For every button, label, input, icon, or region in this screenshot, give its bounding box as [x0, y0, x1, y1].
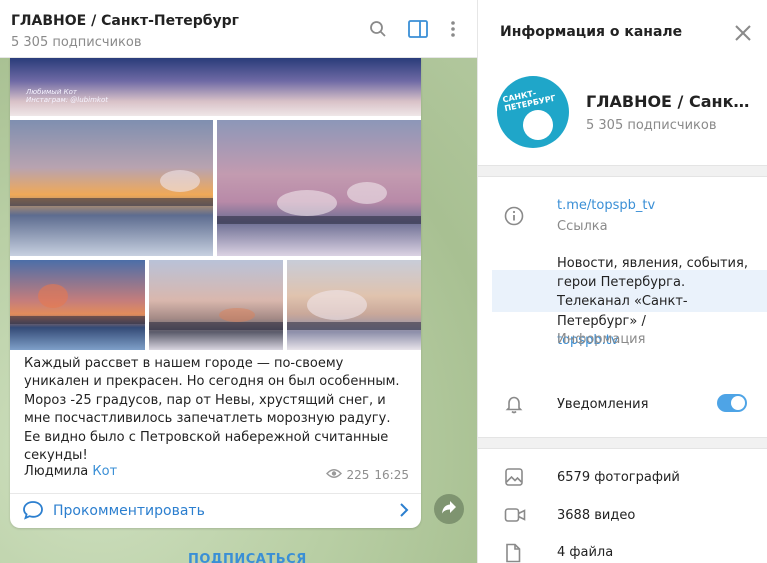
video-icon: [504, 506, 526, 528]
views-count: 225: [346, 468, 370, 482]
chat-title[interactable]: ГЛАВНОЕ / Санкт-Петербург: [11, 13, 239, 29]
description-label: Информация: [557, 332, 646, 347]
panel-title: Информация о канале: [500, 24, 683, 40]
channel-info-panel: Информация о канале САНКТ-ПЕТЕРБУРГ ГЛАВ…: [477, 0, 767, 563]
panel-header: Информация о канале: [478, 0, 767, 64]
chat-header[interactable]: ГЛАВНОЕ / Санкт-Петербург 5 305 подписчи…: [0, 0, 477, 58]
photo-3[interactable]: [217, 120, 421, 256]
bell-icon: [504, 394, 524, 418]
more-icon[interactable]: [441, 17, 465, 41]
channel-subscribers: 5 305 подписчиков: [586, 118, 717, 133]
link-label: Ссылка: [557, 219, 608, 234]
divider: [478, 437, 767, 449]
videos-count[interactable]: 3688 видео: [557, 508, 635, 523]
photo-icon: [504, 467, 524, 491]
post-time: 16:25: [374, 468, 409, 482]
notifications-label: Уведомления: [557, 397, 649, 412]
photo-1[interactable]: Любимый Кот Инстаграм: @lubimkot: [10, 58, 421, 116]
avatar-logo: САНКТ-ПЕТЕРБУРГ: [501, 88, 557, 114]
comment-icon: [22, 500, 44, 524]
post-text: Каждый рассвет в нашем городе — по-своем…: [24, 356, 400, 464]
chat-area: ГЛАВНОЕ / Санкт-Петербург 5 305 подписчи…: [0, 0, 477, 563]
share-button[interactable]: [434, 494, 464, 524]
photo-2[interactable]: [10, 120, 213, 256]
subscribe-button[interactable]: ПОДПИСАТЬСЯ: [188, 552, 307, 563]
file-icon: [504, 543, 522, 563]
divider: [478, 165, 767, 177]
search-icon[interactable]: [366, 17, 390, 41]
photo-4[interactable]: [10, 260, 145, 350]
photo-5[interactable]: [149, 260, 283, 350]
photo-6[interactable]: [287, 260, 421, 350]
photo-caption: Любимый Кот Инстаграм: @lubimkot: [26, 88, 108, 104]
signature-link[interactable]: Кот: [92, 464, 117, 479]
comment-button[interactable]: Прокомментировать: [10, 493, 421, 528]
files-count[interactable]: 4 файла: [557, 545, 613, 560]
views-icon: [325, 468, 342, 482]
post-signature: Людмила Кот: [24, 464, 118, 479]
close-icon[interactable]: [732, 22, 754, 44]
avatar[interactable]: САНКТ-ПЕТЕРБУРГ: [497, 76, 569, 148]
channel-post: Любимый Кот Инстаграм: @lubimkot Каждый р…: [10, 58, 421, 528]
comment-label: Прокомментировать: [53, 503, 205, 519]
info-icon: [504, 206, 524, 230]
photos-count[interactable]: 6579 фотографий: [557, 470, 680, 485]
post-meta: 225 16:25: [325, 468, 409, 482]
channel-name: ГЛАВНОЕ / Санкт-Петербург: [586, 92, 754, 111]
share-icon: [441, 500, 457, 518]
notifications-toggle[interactable]: [717, 394, 747, 412]
chevron-right-icon: [399, 502, 409, 522]
chat-subscribers: 5 305 подписчиков: [11, 35, 142, 50]
channel-link[interactable]: t.me/topspb_tv: [557, 198, 655, 213]
sidebar-toggle-icon[interactable]: [406, 17, 430, 41]
